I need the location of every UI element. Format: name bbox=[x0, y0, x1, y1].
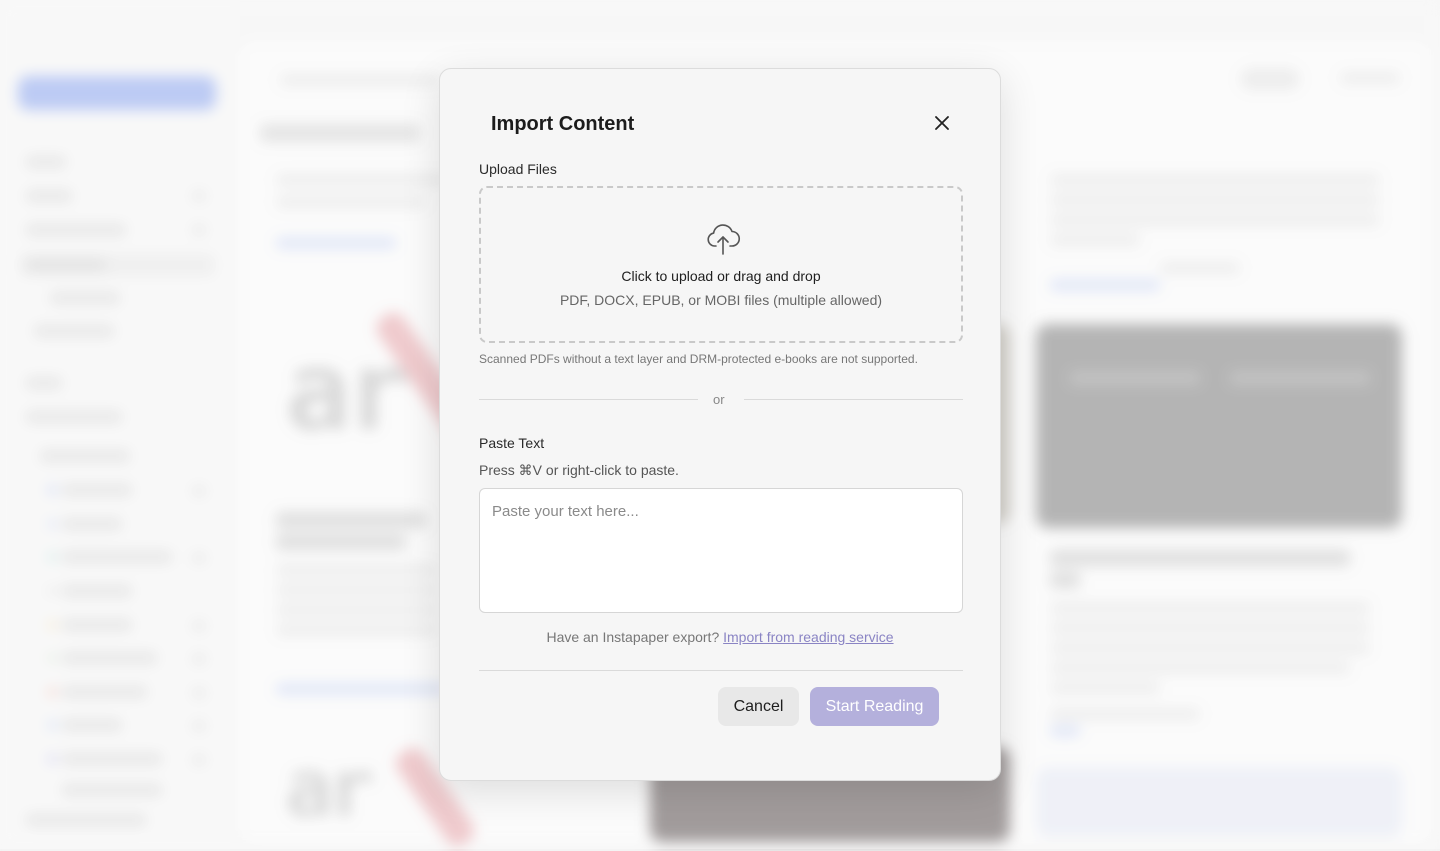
import-content-dialog: Import Content Upload Files Click to upl… bbox=[439, 68, 1001, 781]
file-dropzone[interactable]: Click to upload or drag and drop PDF, DO… bbox=[479, 186, 963, 343]
divider-left bbox=[479, 399, 698, 400]
close-icon bbox=[935, 116, 949, 130]
close-button[interactable] bbox=[930, 111, 954, 135]
divider-right bbox=[744, 399, 963, 400]
paste-text-input[interactable] bbox=[479, 488, 963, 613]
upload-cloud-icon bbox=[707, 224, 740, 255]
cancel-button[interactable]: Cancel bbox=[718, 687, 799, 726]
import-prompt: Have an Instapaper export? bbox=[546, 629, 720, 645]
import-service-row: Have an Instapaper export? Import from r… bbox=[440, 629, 1000, 645]
import-from-service-link[interactable]: Import from reading service bbox=[723, 629, 893, 645]
divider-or-text: or bbox=[713, 392, 725, 407]
upload-files-label: Upload Files bbox=[479, 161, 557, 177]
dialog-title: Import Content bbox=[491, 113, 635, 135]
upload-limitations-hint: Scanned PDFs without a text layer and DR… bbox=[479, 352, 918, 366]
dropzone-instruction: Click to upload or drag and drop bbox=[621, 268, 821, 284]
footer-divider bbox=[479, 670, 963, 671]
paste-help-text: Press ⌘V or right-click to paste. bbox=[479, 462, 679, 478]
dropzone-file-types: PDF, DOCX, EPUB, or MOBI files (multiple… bbox=[559, 292, 883, 308]
paste-text-label: Paste Text bbox=[479, 435, 545, 451]
start-reading-button[interactable]: Start Reading bbox=[810, 687, 939, 726]
